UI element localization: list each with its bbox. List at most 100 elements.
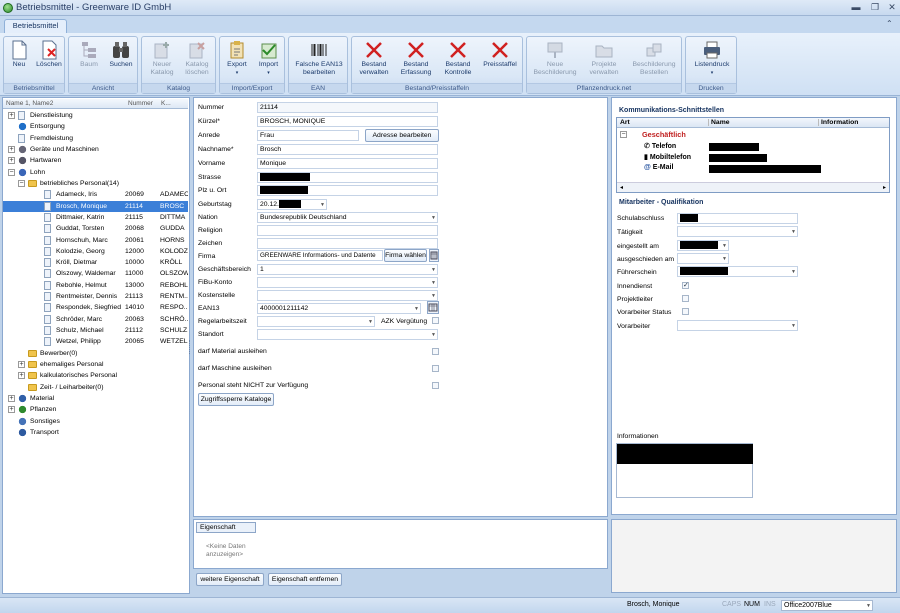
tree-item[interactable]: Brosch, Monique 21114 BROSC [3, 200, 188, 212]
collapse-icon[interactable]: − [18, 179, 25, 187]
chevron-down-icon[interactable]: ▼ [722, 242, 727, 250]
scroll-left-icon[interactable]: ◂ [620, 184, 623, 191]
tree-item[interactable]: + Pflanzen [3, 404, 188, 415]
firma-field[interactable]: GREENWARE Informations- und Datente [257, 250, 383, 261]
geschaeftsbereich-select[interactable]: 1 ▼ [257, 264, 438, 275]
delete-button[interactable]: Löschen [34, 40, 64, 69]
eingestellt-field[interactable]: ▼ [677, 240, 729, 251]
collapse-icon[interactable]: − [620, 131, 627, 138]
tree-item[interactable]: Transport [3, 427, 188, 438]
stock-manage-button[interactable]: Bestand verwalten [355, 40, 393, 77]
kostenstelle-select[interactable]: ▼ [257, 290, 438, 301]
order-signage-button[interactable]: Beschilderung Bestellen [628, 40, 680, 77]
chevron-down-icon[interactable]: ▼ [431, 266, 436, 274]
price-scale-button[interactable]: Preisstaffel [480, 40, 520, 69]
chevron-down-icon[interactable]: ▼ [791, 322, 796, 330]
tree-item[interactable]: + Hartwaren [3, 155, 188, 166]
search-button[interactable]: Suchen [106, 40, 136, 69]
tree-item[interactable]: Fremdleistung [3, 133, 188, 144]
chevron-down-icon[interactable]: ▼ [431, 292, 436, 300]
vorname-field[interactable]: Monique [257, 158, 438, 169]
print-list-button[interactable]: Listendruck ▾ [689, 40, 735, 77]
nachname-field[interactable]: Brosch [257, 144, 438, 155]
tree-button[interactable]: Baum [75, 40, 103, 69]
new-button[interactable]: Neu [7, 40, 31, 69]
tree-item[interactable]: + Dienstleistung [3, 110, 188, 121]
innendienst-checkbox[interactable] [682, 281, 689, 289]
kuerzel-field[interactable]: BROSCH, MONIQUE [257, 116, 438, 127]
minimize-icon[interactable]: ▬ [850, 1, 862, 13]
chevron-down-icon[interactable]: ▼ [368, 318, 373, 326]
standort-select[interactable]: ▼ [257, 329, 438, 340]
collapse-icon[interactable]: − [8, 168, 15, 176]
expand-icon[interactable]: + [8, 157, 15, 165]
chevron-down-icon[interactable]: ▼ [722, 255, 727, 263]
strasse-field[interactable] [257, 172, 438, 183]
col-k[interactable]: K... [161, 100, 171, 107]
anrede-field[interactable]: Frau [257, 130, 359, 141]
tree-item[interactable]: Guddat, Torsten 20068 GUDDA [3, 223, 188, 234]
new-catalog-button[interactable]: Neuer Katalog [145, 40, 179, 77]
collapse-ribbon-icon[interactable]: ⌃ [886, 19, 893, 28]
maximize-icon[interactable]: ❐ [869, 1, 881, 13]
nation-select[interactable]: Bundesrepublik Deutschland ▼ [257, 212, 438, 223]
expand-icon[interactable]: + [8, 145, 15, 153]
tree-item[interactable]: Entsorgung [3, 121, 188, 132]
vorarbeiter-select[interactable]: ▼ [677, 320, 798, 331]
col-number[interactable]: Nummer [128, 100, 153, 107]
chevron-down-icon[interactable]: ▼ [431, 279, 436, 287]
new-signage-button[interactable]: Neue Beschilderung [530, 40, 580, 77]
eigenschaft-column-header[interactable]: Eigenschaft [196, 522, 256, 533]
calendar-icon[interactable] [427, 301, 439, 314]
chevron-down-icon[interactable]: ▼ [320, 201, 325, 209]
telefon-row[interactable]: ✆ Telefon [644, 142, 676, 150]
close-icon[interactable]: ✕ [886, 1, 898, 13]
tree-item[interactable]: + Geräte und Maschinen [3, 144, 188, 155]
col-art[interactable]: Art [620, 119, 630, 126]
expand-icon[interactable]: + [18, 372, 25, 380]
tree-item[interactable]: Zeit- / Leiharbeiter(0) [3, 382, 188, 393]
ausgeschieden-field[interactable]: ▼ [677, 253, 729, 264]
catalog-lock-button[interactable]: Zugriffssperre Kataloge [198, 393, 274, 406]
schulabschluss-field[interactable] [677, 213, 798, 224]
col-name[interactable]: Name 1, Name2 [6, 100, 53, 107]
horizontal-scrollbar[interactable]: ◂ ▸ [617, 182, 889, 192]
export-button[interactable]: Export ▾ [223, 40, 251, 77]
tree-item[interactable]: − Lohn [3, 167, 188, 178]
tree-item[interactable]: Wetzel, Philipp 20065 WETZEL [3, 336, 188, 347]
chevron-down-icon[interactable]: ▼ [791, 228, 796, 236]
tree-item[interactable]: Dittmaier, Katrin 21115 DITTMA [3, 212, 188, 223]
manage-projects-button[interactable]: Projekte verwalten [583, 40, 625, 77]
import-button[interactable]: Import ▾ [254, 40, 283, 77]
mobile-row[interactable]: ▮ Mobiltelefon [644, 153, 691, 161]
add-property-button[interactable]: weitere Eigenschaft [196, 573, 264, 586]
tree-item[interactable]: Hornschuh, Marc 20061 HORNS [3, 235, 188, 246]
vorarbeiter-status-checkbox[interactable] [682, 308, 689, 315]
material-checkbox[interactable] [432, 348, 439, 355]
stock-control-button[interactable]: Bestand Kontrolle [439, 40, 477, 77]
informationen-textarea[interactable] [616, 443, 753, 498]
tab-betriebsmittel[interactable]: Betriebsmittel [4, 19, 67, 33]
tree-item[interactable]: − betriebliches Personal(14) [3, 178, 188, 189]
nummer-field[interactable]: 21114 [257, 102, 438, 113]
col-information[interactable]: Information [818, 119, 858, 126]
chevron-down-icon[interactable]: ▼ [866, 602, 871, 611]
chevron-down-icon[interactable]: ▼ [431, 331, 436, 339]
chevron-down-icon[interactable]: ▼ [791, 268, 796, 276]
tree-item[interactable]: + kalkulatorisches Personal [3, 370, 188, 381]
splitter-handle[interactable] [189, 340, 191, 354]
tree-item[interactable]: Rentmeister, Dennis 21113 RENTM.. [3, 291, 188, 302]
azk-checkbox[interactable] [432, 317, 439, 324]
tree-item[interactable]: Olszowy, Waldemar 11000 OLSZOW [3, 268, 188, 279]
expand-icon[interactable]: + [8, 112, 15, 119]
expand-icon[interactable]: + [8, 406, 15, 414]
fuehrerschein-select[interactable]: ▼ [677, 266, 798, 277]
tree-item[interactable]: Schulz, Michael 21112 SCHULZ.. [3, 325, 188, 336]
maschine-checkbox[interactable] [432, 365, 439, 372]
remove-property-button[interactable]: Eigenschaft entfernen [268, 573, 342, 586]
email-row[interactable]: @ E-Mail [644, 164, 673, 171]
col-name[interactable]: Name [708, 119, 730, 126]
scroll-right-icon[interactable]: ▸ [883, 184, 886, 191]
choose-company-button[interactable]: Firma wählen [384, 249, 427, 262]
chevron-down-icon[interactable]: ▼ [414, 305, 419, 313]
